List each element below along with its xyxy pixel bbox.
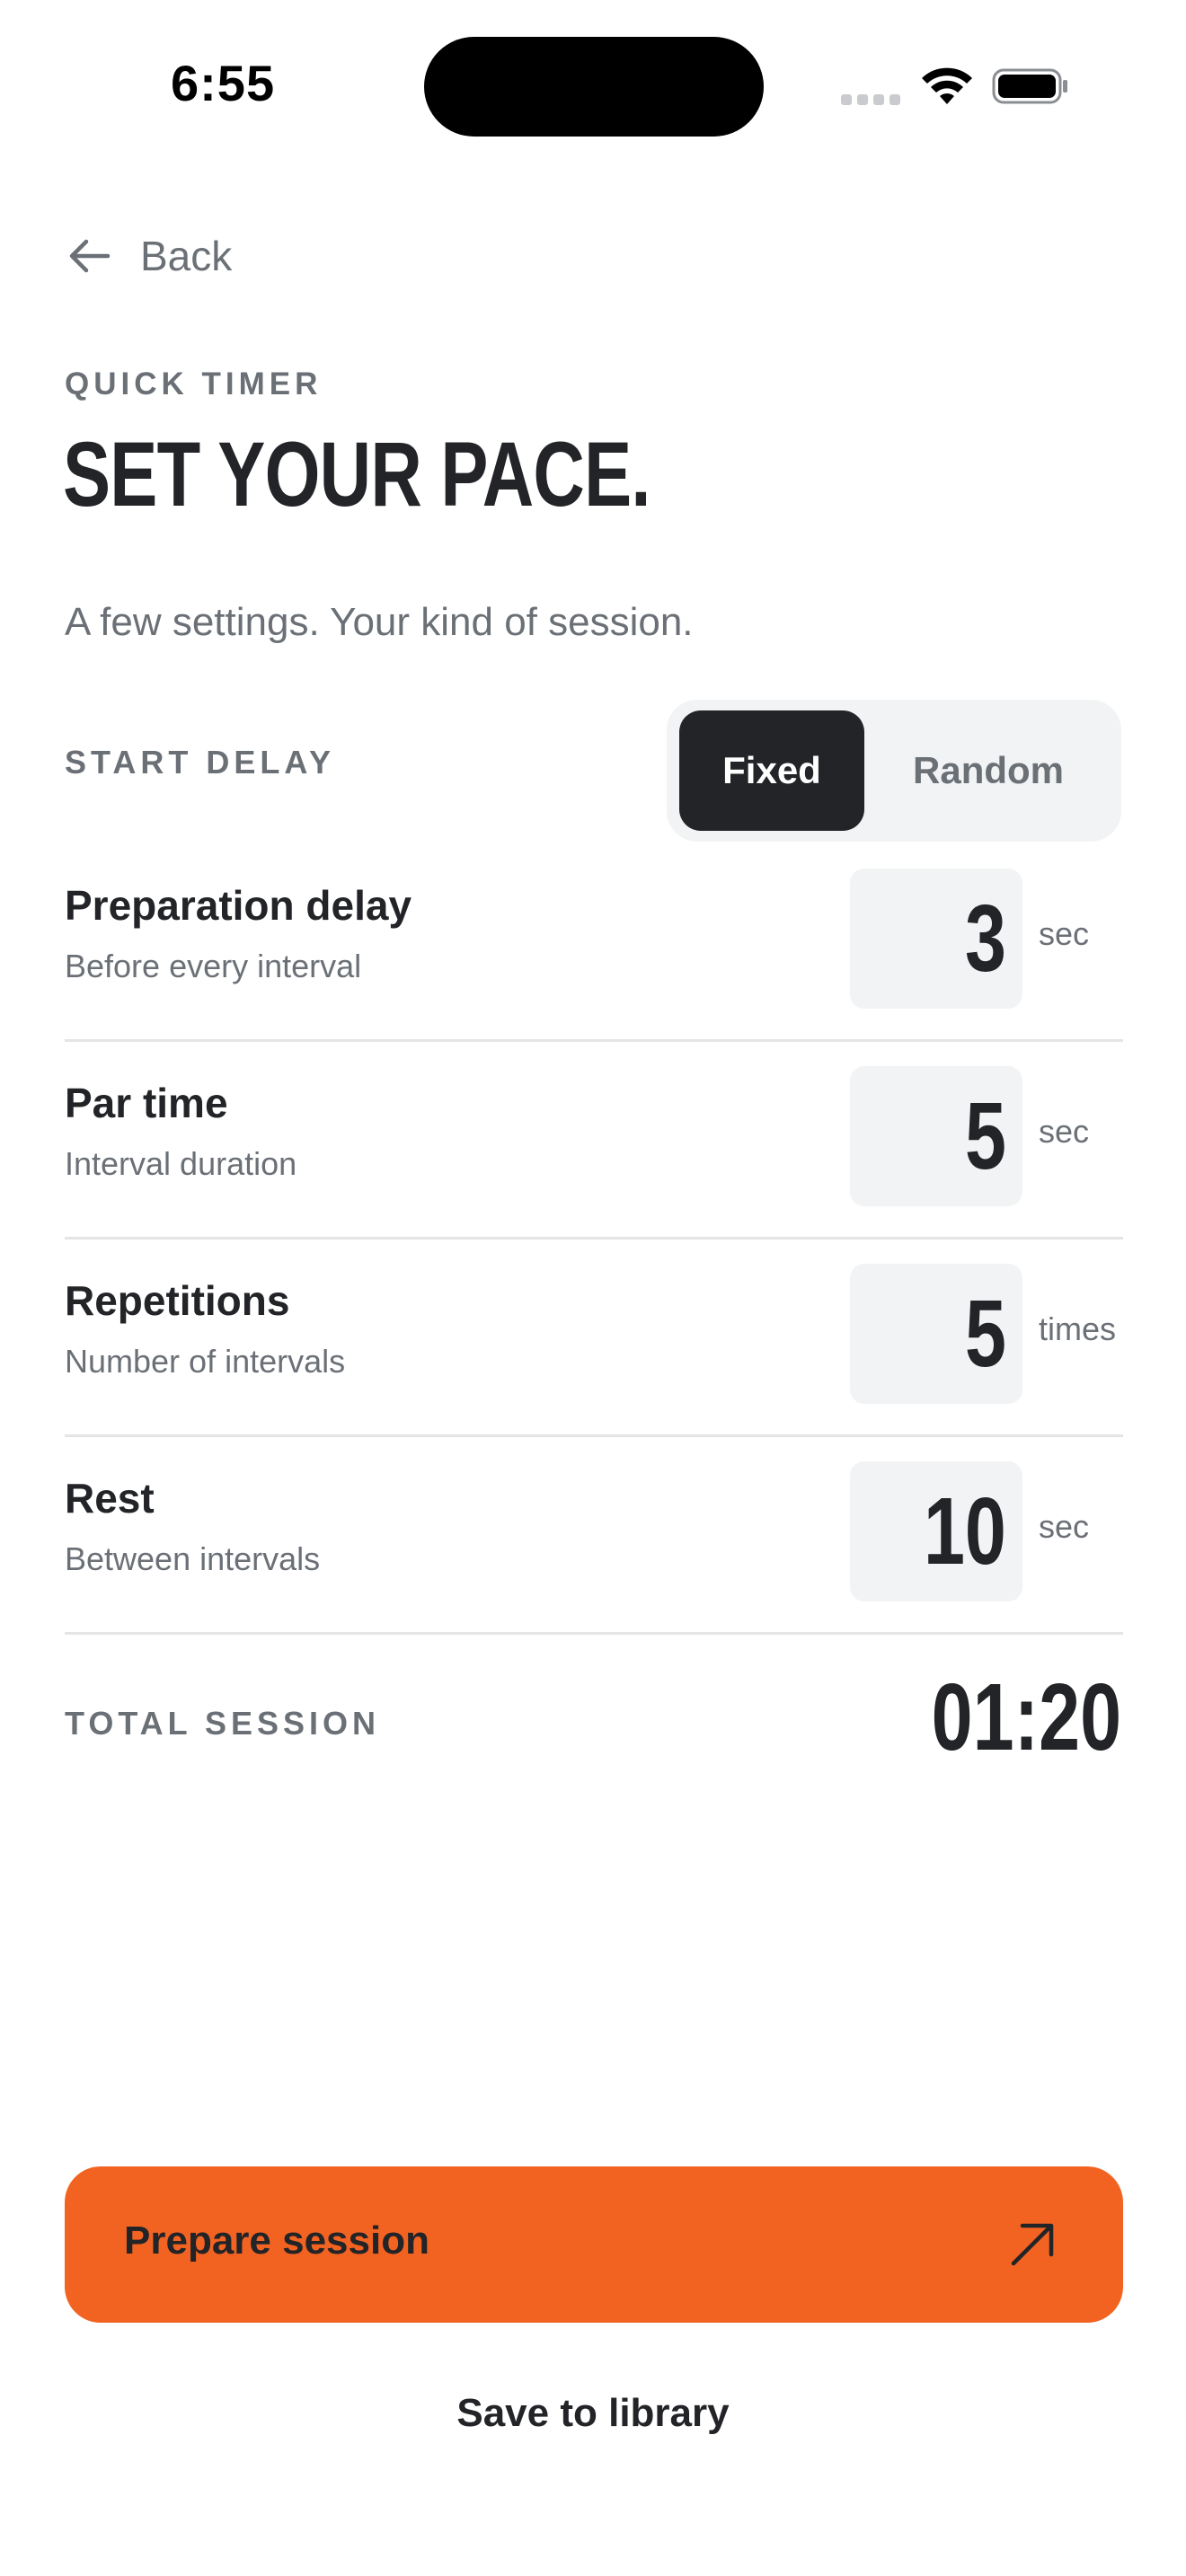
setting-subtitle: Number of intervals [65, 1343, 346, 1380]
setting-unit: sec [1039, 1508, 1090, 1545]
setting-row-rest: Rest Between intervals 10 sec [65, 1434, 1123, 1635]
prepare-session-button[interactable]: Prepare session [65, 2166, 1123, 2323]
battery-icon [992, 68, 1067, 104]
setting-value: 3 [965, 886, 1006, 992]
setting-title: Repetitions [65, 1277, 290, 1324]
setting-row-par-time: Par time Interval duration 5 sec [65, 1039, 1123, 1239]
wifi-icon [922, 67, 972, 104]
setting-unit: sec [1039, 1113, 1090, 1150]
page-subtitle: A few settings. Your kind of session. [65, 600, 694, 644]
segment-random[interactable]: Random [866, 710, 1111, 831]
dynamic-island [424, 37, 764, 137]
back-label: Back [140, 233, 233, 279]
page-title: SET YOUR PACE. [63, 423, 651, 525]
setting-title: Rest [65, 1475, 155, 1522]
status-time: 6:55 [171, 55, 276, 111]
setting-unit: times [1039, 1310, 1117, 1347]
setting-row-repetitions: Repetitions Number of intervals 5 times [65, 1237, 1123, 1437]
setting-value: 5 [965, 1281, 1006, 1387]
setting-subtitle: Interval duration [65, 1145, 297, 1182]
arrow-left-icon [69, 239, 111, 273]
setting-row-preparation-delay: Preparation delay Before every interval … [65, 842, 1123, 1042]
setting-value: 10 [924, 1478, 1006, 1584]
start-delay-segmented-control: Fixed Random [667, 700, 1121, 842]
quick-timer-screen: 6:55 Back QUICK TIMER SET YOUR PACE. A f… [0, 0, 1186, 2576]
rest-input[interactable]: 10 [850, 1461, 1022, 1601]
setting-subtitle: Before every interval [65, 948, 362, 984]
preparation-delay-input[interactable]: 3 [850, 869, 1022, 1009]
total-session-value: 01:20 [931, 1664, 1121, 1770]
prepare-session-label: Prepare session [124, 2219, 429, 2263]
back-button[interactable]: Back [65, 232, 232, 280]
setting-subtitle: Between intervals [65, 1540, 321, 1577]
eyebrow-label: QUICK TIMER [65, 366, 323, 401]
setting-title: Par time [65, 1080, 228, 1126]
repetitions-input[interactable]: 5 [850, 1264, 1022, 1404]
par-time-input[interactable]: 5 [850, 1066, 1022, 1206]
save-to-library-button[interactable]: Save to library [0, 2391, 1186, 2436]
start-delay-label: START DELAY [65, 744, 336, 781]
setting-unit: sec [1039, 915, 1090, 952]
total-session-label: TOTAL SESSION [65, 1705, 381, 1742]
arrow-up-right-icon [1011, 2223, 1054, 2266]
setting-value: 5 [965, 1083, 1006, 1189]
segment-fixed[interactable]: Fixed [679, 710, 864, 831]
cellular-signal-icon [841, 94, 900, 105]
setting-title: Preparation delay [65, 882, 412, 929]
